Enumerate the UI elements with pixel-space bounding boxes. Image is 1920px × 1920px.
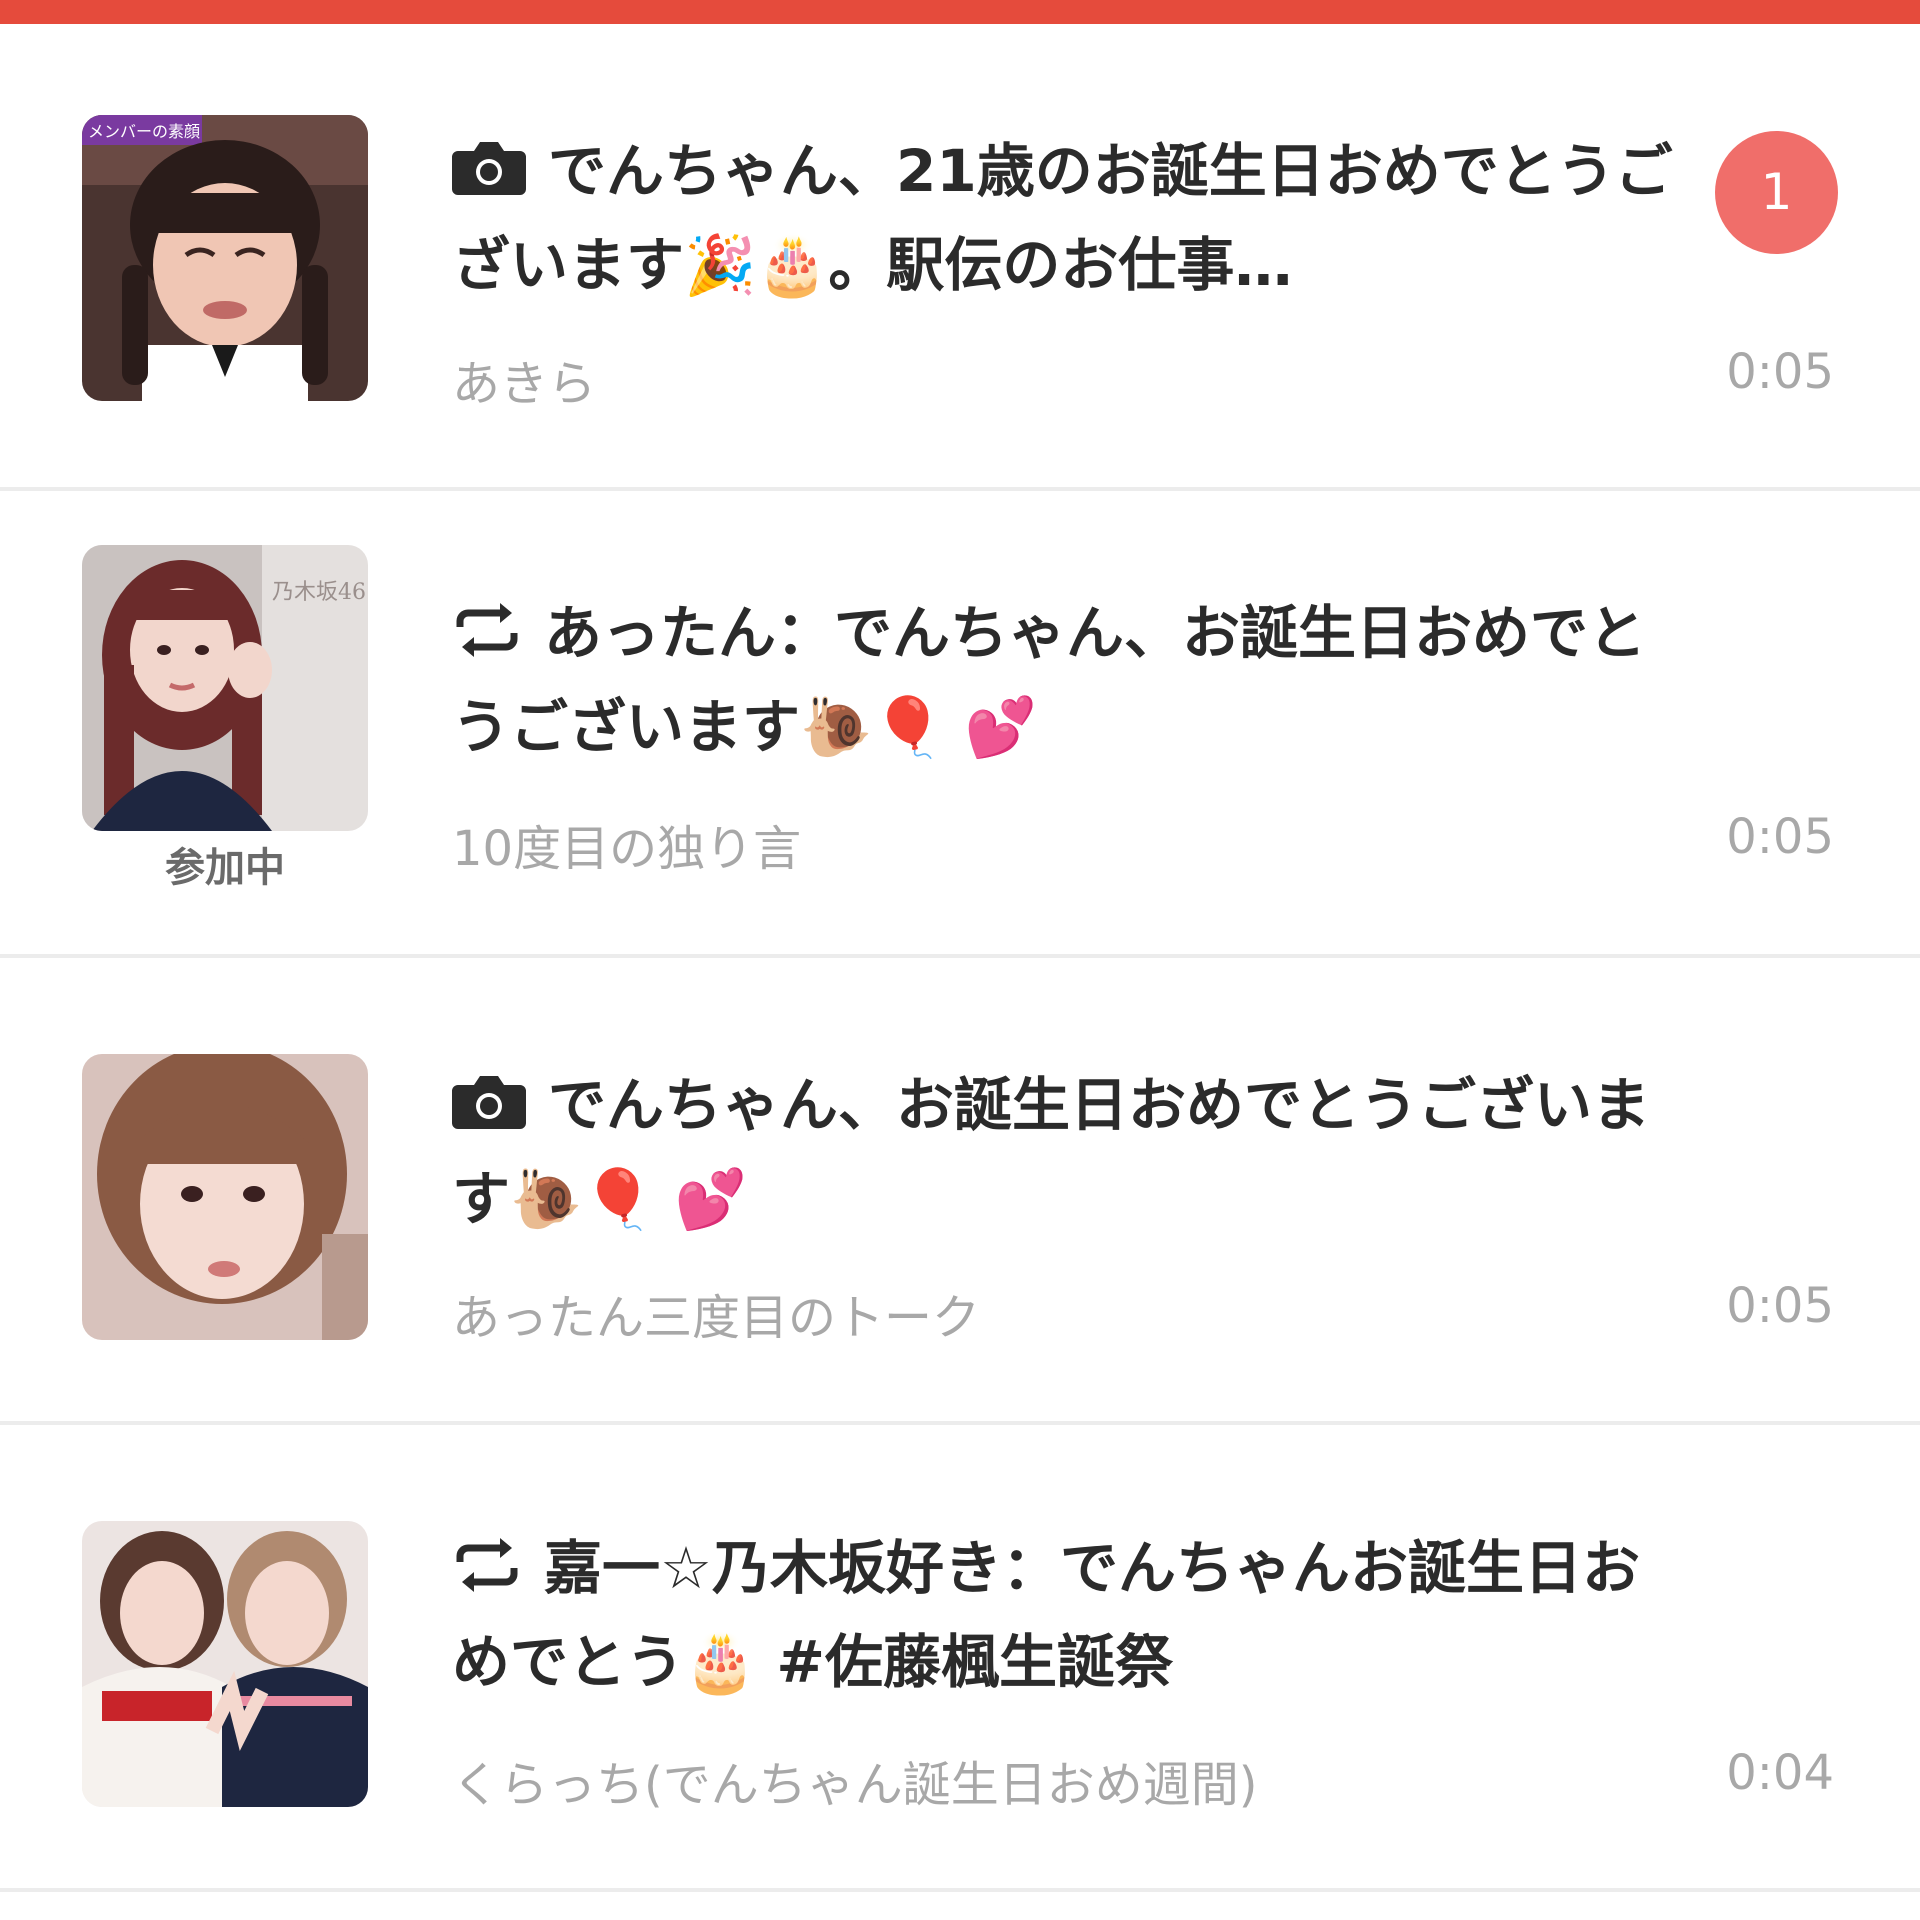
talk-author: あきら bbox=[452, 356, 597, 412]
talk-title: あったん：でんちゃん、お誕生日おめでとうございます🐌🎈 💕 bbox=[452, 586, 1682, 774]
thumbnail bbox=[82, 1521, 368, 1807]
list-item[interactable]: でんちゃん、お誕生日おめでとうございます🐌🎈 💕 あったん三度目のトーク 0:0… bbox=[0, 958, 1920, 1421]
repost-icon bbox=[452, 601, 522, 659]
talk-author: あったん三度目のトーク bbox=[452, 1290, 981, 1346]
talk-title: でんちゃん、21歳のお誕生日おめでとうございます🎉🎂。駅伝のお仕事… bbox=[452, 124, 1682, 312]
talk-title: 嘉一☆乃木坂好き：でんちゃんお誕生日おめでとう🎂 #佐藤楓生誕祭 bbox=[452, 1521, 1682, 1709]
talk-author: 10度目の独り言 bbox=[452, 821, 802, 877]
top-accent-bar bbox=[0, 0, 1920, 24]
thumbnail bbox=[82, 1054, 368, 1340]
thumbnail: メンバーの素顔 bbox=[82, 115, 368, 401]
talk-title-text: でんちゃん、21歳のお誕生日おめでとうございます🎉🎂。駅伝のお仕事… bbox=[452, 137, 1673, 299]
talk-list: メンバーの素顔 でんちゃん、21歳のお誕生日おめでとうございます🎉🎂。駅伝のお仕… bbox=[0, 24, 1920, 1892]
divider bbox=[0, 1888, 1920, 1892]
timestamp: 0:05 bbox=[1726, 809, 1834, 865]
list-item[interactable]: メンバーの素顔 でんちゃん、21歳のお誕生日おめでとうございます🎉🎂。駅伝のお仕… bbox=[0, 24, 1920, 487]
list-item[interactable]: 嘉一☆乃木坂好き：でんちゃんお誕生日おめでとう🎂 #佐藤楓生誕祭 くらっち(でん… bbox=[0, 1425, 1920, 1888]
talk-author: くらっち(でんちゃん誕生日おめ週間) bbox=[452, 1757, 1258, 1813]
talk-title-text: 嘉一☆乃木坂好き：でんちゃんお誕生日おめでとう🎂 #佐藤楓生誕祭 bbox=[452, 1534, 1640, 1696]
thumbnail-caption: メンバーの素顔 bbox=[88, 122, 200, 141]
timestamp: 0:05 bbox=[1726, 344, 1834, 400]
camera-icon bbox=[452, 139, 526, 197]
thumbnail: 乃木坂46 佐藤楓 bbox=[82, 545, 368, 831]
list-item[interactable]: 乃木坂46 佐藤楓 参加中 あったん：でんちゃん、お誕生日おめでとうございます🐌… bbox=[0, 491, 1920, 954]
thumbnail-side-text: 乃木坂46 佐藤楓 bbox=[272, 580, 368, 605]
talk-title-text: あったん：でんちゃん、お誕生日おめでとうございます🐌🎈 💕 bbox=[452, 599, 1647, 761]
timestamp: 0:04 bbox=[1726, 1745, 1834, 1801]
talk-title-text: でんちゃん、お誕生日おめでとうございます🐌🎈 💕 bbox=[452, 1071, 1651, 1233]
timestamp: 0:05 bbox=[1726, 1278, 1834, 1334]
joined-tag: 参加中 bbox=[165, 845, 285, 891]
talk-title: でんちゃん、お誕生日おめでとうございます🐌🎈 💕 bbox=[452, 1058, 1682, 1246]
unread-badge: 1 bbox=[1715, 131, 1838, 254]
repost-icon bbox=[452, 1536, 522, 1594]
camera-icon bbox=[452, 1073, 526, 1131]
